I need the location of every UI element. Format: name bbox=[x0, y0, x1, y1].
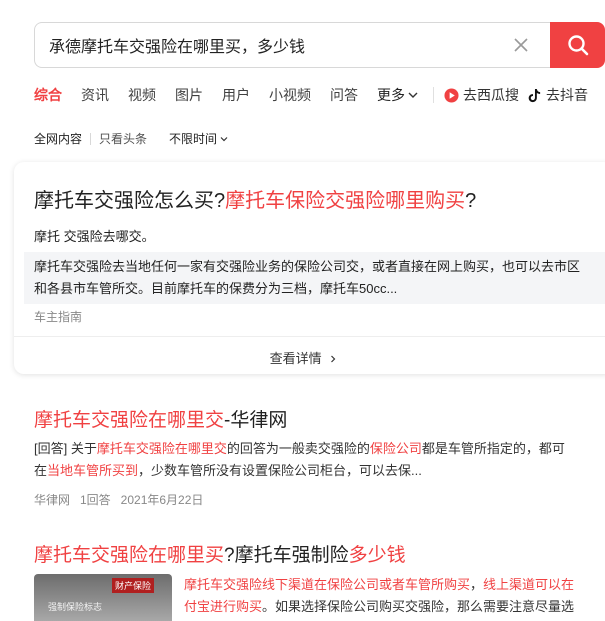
view-details-label: 查看详情 bbox=[269, 351, 322, 366]
snippet-text: 的回答为一般卖交强险的 bbox=[226, 441, 370, 456]
snippet-text: ，少数车管所没有设置保险公司柜台，可以去保... bbox=[138, 463, 422, 478]
clear-icon[interactable] bbox=[511, 35, 531, 55]
result-thumbnail[interactable]: 财产保险 强制保险标志 bbox=[34, 574, 172, 621]
card-subtitle: 摩托 交强险去哪交。 bbox=[34, 229, 155, 244]
snippet-highlight: 当地车管所买到 bbox=[47, 463, 139, 478]
chevron-right-icon bbox=[331, 355, 336, 363]
tab-video[interactable]: 视频 bbox=[128, 85, 156, 105]
search-box bbox=[34, 22, 551, 68]
snippet-line: 付宝进行购买。如果选择保险公司购买交强险，那么需要注意尽量选 bbox=[184, 596, 605, 618]
snippet-text: 在 bbox=[34, 463, 48, 478]
card-title-highlight: 摩托车保险交强险哪里购买 bbox=[225, 190, 466, 212]
featured-answer-card: 摩托车交强险怎么买?摩托车保险交强险哪里购买? 摩托 交强险去哪交。 摩托车交强… bbox=[14, 162, 605, 374]
chevron-down-icon bbox=[408, 92, 418, 98]
filter-all-web[interactable]: 全网内容 bbox=[34, 130, 82, 147]
result-snippet-2: 摩托车交强险线下渠道在保险公司或者车管所购买，线上渠道可以在 付宝进行购买。如果… bbox=[184, 574, 605, 618]
card-body-line2: 和各县市车管所交。目前摩托车的保费分为三档，摩托车50cc... bbox=[34, 281, 398, 296]
xigua-icon bbox=[444, 87, 459, 103]
card-body-line1: 摩托车交强险去当地任何一家有交强险业务的保险公司交，或者直接在网上购买，也可以去… bbox=[34, 259, 581, 274]
card-title-plain: 摩托车交强险怎么买? bbox=[34, 190, 226, 212]
douyin-search-label: 去抖音 bbox=[546, 87, 588, 103]
filter-time-label: 不限时间 bbox=[169, 132, 218, 146]
card-title[interactable]: 摩托车交强险怎么买?摩托车保险交强险哪里购买? bbox=[34, 184, 476, 213]
snippet-highlight: 保险公司 bbox=[369, 441, 422, 456]
tab-comprehensive[interactable]: 综合 bbox=[34, 85, 62, 105]
result-title-plain: ?摩托车强制险 bbox=[224, 545, 349, 566]
xigua-search-link[interactable]: 去西瓜搜 bbox=[444, 85, 519, 105]
tab-more-label: 更多 bbox=[377, 87, 405, 103]
snippet-highlight: 线上渠道可以在 bbox=[483, 577, 575, 592]
search-icon bbox=[568, 35, 589, 56]
tab-news[interactable]: 资讯 bbox=[81, 85, 109, 105]
search-bar bbox=[34, 22, 605, 68]
result-title-1[interactable]: 摩托车交强险在哪里交-华律网 bbox=[34, 405, 287, 432]
snippet-line: 在当地车管所买到，少数车管所没有设置保险公司柜台，可以去保... bbox=[34, 460, 605, 482]
filter-toutiao-only[interactable]: 只看头条 bbox=[99, 130, 147, 147]
search-input[interactable] bbox=[49, 23, 509, 67]
chevron-down-icon bbox=[220, 136, 228, 141]
snippet-highlight: 摩托车交强险在哪里交 bbox=[96, 441, 227, 456]
snippet-line: 摩托车交强险线下渠道在保险公司或者车管所购买，线上渠道可以在 bbox=[184, 574, 605, 596]
snippet-text: 都是车管所指定的，都可 bbox=[421, 441, 565, 456]
card-title-end: ? bbox=[465, 190, 477, 212]
result-meta-1: 华律网 1回答 2021年6月22日 bbox=[34, 493, 204, 507]
search-button[interactable] bbox=[550, 22, 605, 68]
result-title-plain: -华律网 bbox=[224, 410, 288, 431]
snippet-line: [回答] 关于摩托车交强险在哪里交的回答为一般卖交强险的保险公司都是车管所指定的… bbox=[34, 438, 605, 460]
snippet-text: ， bbox=[470, 577, 484, 592]
result-title-highlight: 摩托车交强险在哪里交 bbox=[34, 410, 225, 431]
filter-bar: 全网内容 只看头条 不限时间 bbox=[34, 130, 229, 147]
tabs-divider bbox=[433, 87, 434, 103]
view-details-button[interactable]: 查看详情 bbox=[14, 348, 594, 367]
snippet-highlight: 摩托车交强险线下渠道在保险公司或者车管所购买 bbox=[184, 577, 471, 592]
xigua-search-label: 去西瓜搜 bbox=[463, 87, 519, 103]
snippet-text: [回答] 关于 bbox=[34, 441, 97, 456]
douyin-search-link[interactable]: 去抖音 bbox=[527, 85, 588, 105]
result-title-highlight: 多少钱 bbox=[348, 545, 406, 566]
tab-images[interactable]: 图片 bbox=[175, 85, 203, 105]
filter-time-dropdown[interactable]: 不限时间 bbox=[169, 130, 229, 147]
tab-qa[interactable]: 问答 bbox=[330, 85, 358, 105]
card-source: 车主指南 bbox=[34, 310, 83, 324]
filter-separator bbox=[90, 132, 92, 145]
tab-users[interactable]: 用户 bbox=[222, 85, 250, 105]
card-divider bbox=[14, 336, 605, 337]
douyin-icon bbox=[528, 88, 541, 102]
thumb-caption: 强制保险标志 bbox=[48, 602, 103, 612]
search-tabs: 综合 资讯 视频 图片 用户 小视频 问答 更多 去西瓜搜 去抖音 bbox=[34, 84, 596, 106]
result-title-2[interactable]: 摩托车交强险在哪里买?摩托车强制险多少钱 bbox=[34, 540, 406, 567]
card-body: 摩托车交强险去当地任何一家有交强险业务的保险公司交，或者直接在网上购买，也可以去… bbox=[24, 252, 605, 304]
snippet-highlight: 付宝进行购买 bbox=[184, 599, 263, 614]
tab-more[interactable]: 更多 bbox=[377, 85, 419, 105]
result-snippet-1: [回答] 关于摩托车交强险在哪里交的回答为一般卖交强险的保险公司都是车管所指定的… bbox=[34, 438, 605, 482]
thumb-logo: 财产保险 bbox=[112, 578, 155, 593]
tab-short-video[interactable]: 小视频 bbox=[269, 85, 311, 105]
snippet-text: 。如果选择保险公司购买交强险，那么需要注意尽量选 bbox=[262, 599, 575, 614]
result-title-highlight: 摩托车交强险在哪里买 bbox=[34, 545, 225, 566]
